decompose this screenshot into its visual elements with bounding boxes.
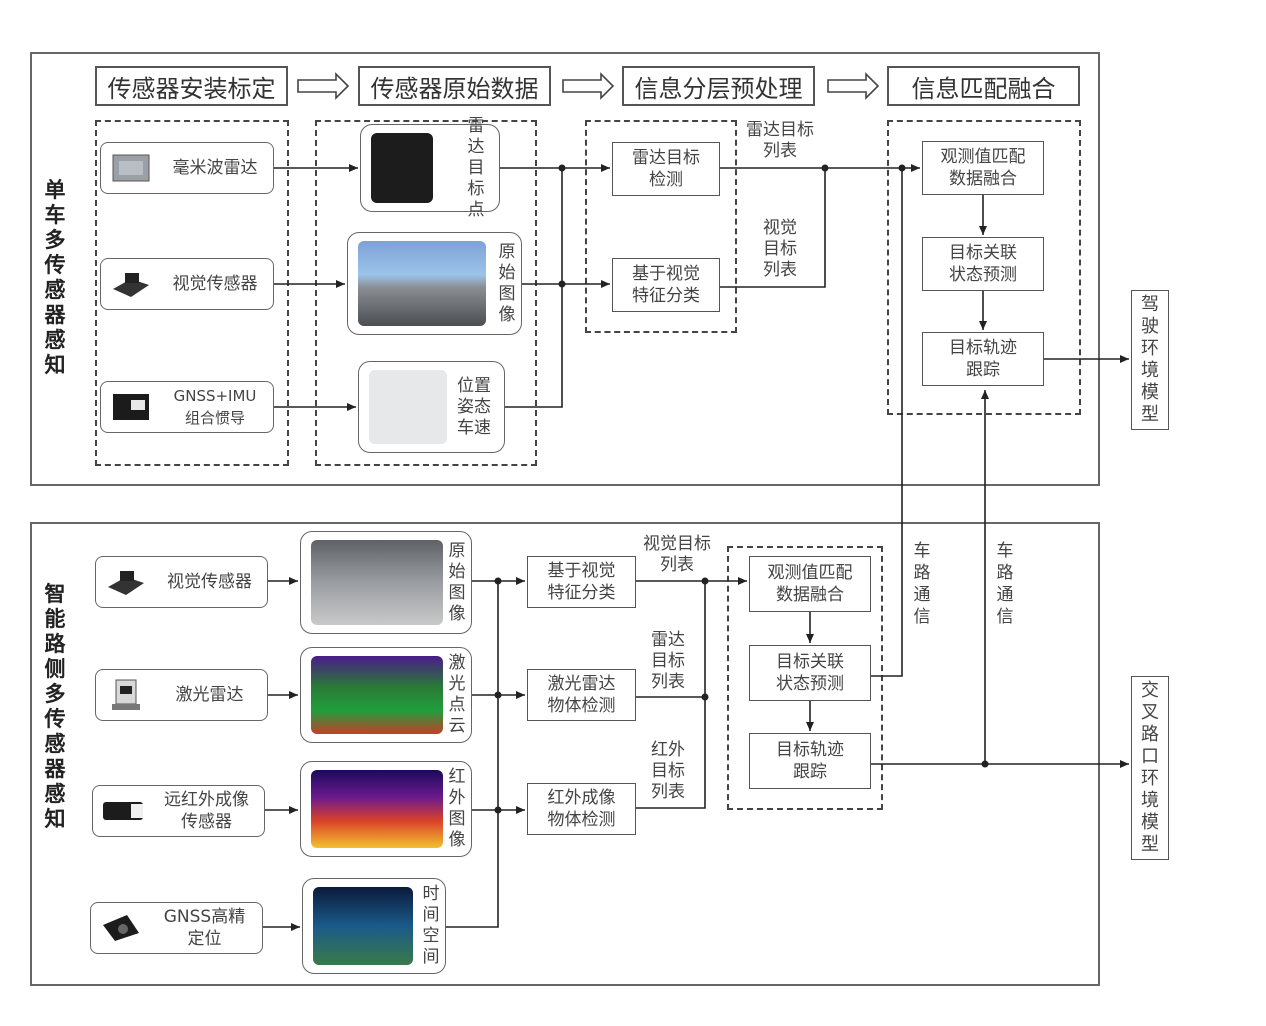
stage-arrow-2 <box>562 72 615 100</box>
connector-lines <box>263 72 1129 931</box>
stage-arrow-3 <box>827 72 880 100</box>
stage-arrow-1 <box>297 72 350 100</box>
